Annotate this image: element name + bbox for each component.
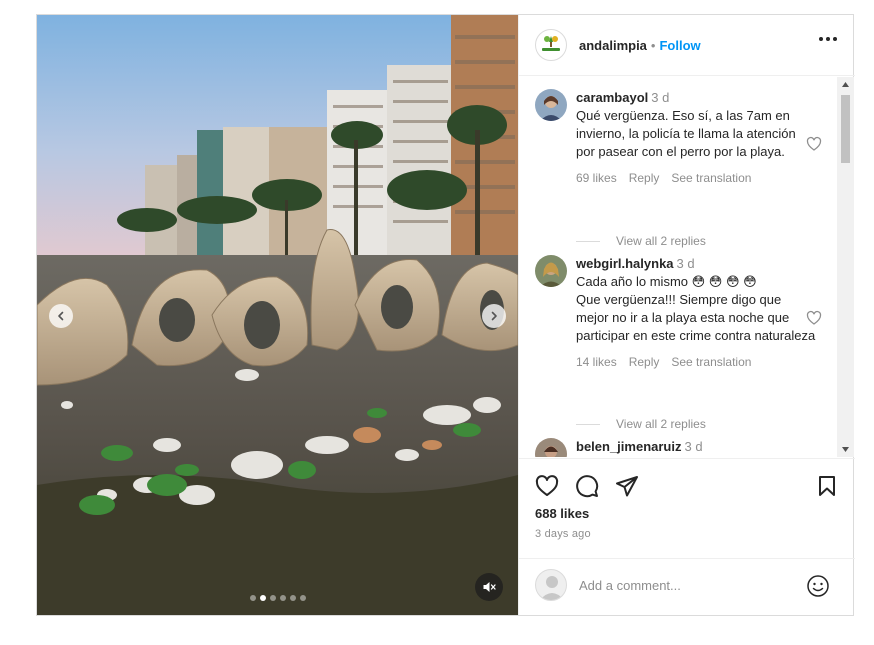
more-dot-icon: [819, 37, 823, 41]
reply-button[interactable]: Reply: [629, 353, 660, 371]
follow-button[interactable]: Follow: [659, 38, 700, 53]
comment-username[interactable]: carambayol: [576, 90, 648, 105]
avatar-image: [535, 438, 567, 457]
comment-text: Cada año lo mismo 😳 😳 😳 😳 Que vergüenza!…: [576, 274, 816, 343]
reply-button[interactable]: Reply: [629, 169, 660, 187]
current-user-avatar: [535, 569, 567, 601]
mute-button[interactable]: [475, 573, 503, 601]
comment-likes[interactable]: 69 likes: [576, 169, 617, 187]
carousel-dot: [259, 595, 266, 601]
carousel-dot: [299, 595, 306, 601]
comment-meta: 14 likes Reply See translation: [576, 353, 816, 371]
view-replies-label: View all 2 replies: [616, 417, 706, 431]
carousel-prev-button[interactable]: [49, 304, 73, 328]
comment-body: belen_jimenaruiz 3 d: [576, 438, 816, 456]
view-replies-button[interactable]: View all 2 replies: [576, 234, 706, 248]
account-username[interactable]: andalimpia: [579, 38, 647, 53]
beach-photo: [37, 15, 518, 615]
default-avatar-icon: [540, 576, 564, 600]
view-replies-button[interactable]: View all 2 replies: [576, 417, 706, 431]
carousel-next-button[interactable]: [482, 304, 506, 328]
scroll-down-arrow-icon[interactable]: [841, 445, 850, 454]
avatar-image: [535, 89, 567, 121]
chevron-left-icon: [58, 311, 64, 321]
header-separator: •: [650, 37, 656, 53]
comment-meta: 69 likes Reply See translation: [576, 169, 816, 187]
comment-like-heart-icon[interactable]: [806, 310, 822, 326]
post-likes-count[interactable]: 688 likes: [535, 506, 589, 521]
chevron-right-icon: [491, 311, 497, 321]
andalimpia-logo: [542, 36, 560, 51]
comment-body: carambayol 3 d Qué vergüenza. Eso sí, a l…: [576, 89, 816, 187]
account-avatar[interactable]: [535, 29, 567, 61]
post-media[interactable]: [37, 15, 518, 615]
carousel-dot: [279, 595, 286, 601]
speaker-muted-icon: [483, 582, 496, 592]
comment-username[interactable]: belen_jimenaruiz: [576, 439, 681, 454]
commenter-avatar[interactable]: [535, 255, 567, 287]
carousel-dot: [269, 595, 276, 601]
scrollbar-thumb[interactable]: [841, 95, 850, 163]
avatar-image: [535, 255, 567, 287]
carousel-dot: [249, 595, 256, 601]
comment-text: Qué vergüenza. Eso sí, a las 7am en invi…: [576, 108, 796, 159]
replies-divider: [576, 423, 600, 425]
comment-like-heart-icon[interactable]: [806, 136, 822, 152]
carousel-indicator: [37, 595, 518, 601]
commenter-avatar[interactable]: [535, 89, 567, 121]
comment-icon[interactable]: [575, 474, 599, 498]
view-replies-label: View all 2 replies: [616, 234, 706, 248]
emoji-icon[interactable]: [806, 574, 830, 598]
post-side-panel: andalimpia • Follow carambayol 3 d Qué v…: [518, 15, 855, 615]
see-translation-button[interactable]: See translation: [671, 169, 751, 187]
add-comment-input[interactable]: [579, 575, 799, 595]
comments-list[interactable]: carambayol 3 d Qué vergüenza. Eso sí, a l…: [519, 77, 855, 457]
share-icon[interactable]: [615, 474, 639, 498]
comments-scrollbar[interactable]: [837, 77, 854, 457]
comment-body: webgirl.halynka 3 d Cada año lo mismo 😳 😳…: [576, 255, 816, 371]
post-date[interactable]: 3 days ago: [535, 528, 591, 540]
heart-icon[interactable]: [535, 474, 559, 498]
more-options-button[interactable]: [819, 37, 837, 41]
more-dot-icon: [833, 37, 837, 41]
commenter-avatar[interactable]: [535, 438, 567, 457]
see-translation-button[interactable]: See translation: [671, 353, 751, 371]
add-comment-bar: [519, 558, 855, 615]
bookmark-icon[interactable]: [815, 474, 839, 498]
post-actions: 688 likes 3 days ago: [519, 458, 855, 558]
instagram-post: andalimpia • Follow carambayol 3 d Qué v…: [36, 14, 855, 616]
carousel-dot: [289, 595, 296, 601]
comment-time[interactable]: 3 d: [677, 256, 695, 271]
post-header: andalimpia • Follow: [519, 15, 855, 76]
comment-likes[interactable]: 14 likes: [576, 353, 617, 371]
more-dot-icon: [826, 37, 830, 41]
comment-time[interactable]: 3 d: [684, 439, 702, 454]
replies-divider: [576, 240, 600, 242]
comment-time[interactable]: 3 d: [651, 90, 669, 105]
scroll-up-arrow-icon[interactable]: [841, 80, 850, 89]
comment-username[interactable]: webgirl.halynka: [576, 256, 674, 271]
